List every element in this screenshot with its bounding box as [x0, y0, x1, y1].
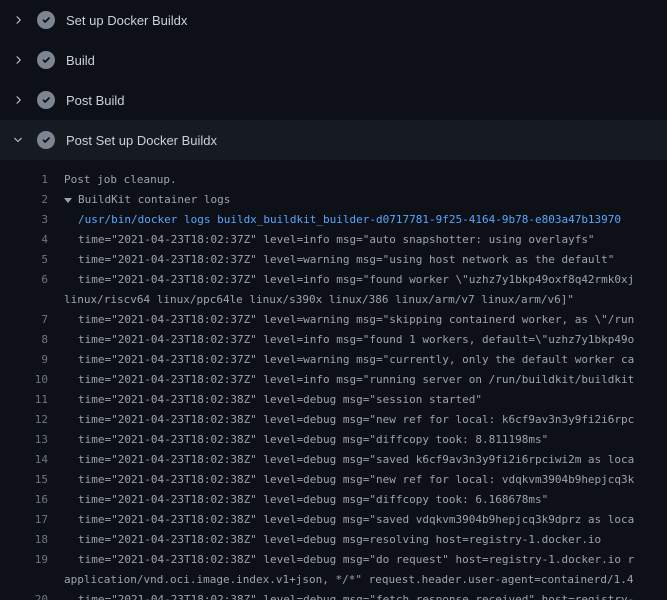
log-line-number[interactable]: 16 [0, 490, 48, 510]
log-line-text: time="2021-04-23T18:02:38Z" level=debug … [78, 530, 601, 550]
log-line-text: time="2021-04-23T18:02:37Z" level=warnin… [78, 310, 634, 330]
log-line-text: /usr/bin/docker logs buildx_buildkit_bui… [78, 210, 621, 230]
log-line-text: time="2021-04-23T18:02:38Z" level=debug … [78, 470, 634, 490]
log-line: 3 /usr/bin/docker logs buildx_buildkit_b… [0, 210, 667, 230]
step-title: Build [66, 53, 95, 68]
log-line: linux/riscv64 linux/ppc64le linux/s390x … [0, 290, 667, 310]
log-line-number[interactable]: 17 [0, 510, 48, 530]
log-line-number[interactable]: 10 [0, 370, 48, 390]
log-line: 7 time="2021-04-23T18:02:37Z" level=warn… [0, 310, 667, 330]
log-line-number[interactable]: 8 [0, 330, 48, 350]
log-line: 2 BuildKit container logs [0, 190, 667, 210]
log-line-text: time="2021-04-23T18:02:38Z" level=debug … [78, 450, 634, 470]
chevron-right-icon [10, 52, 26, 68]
log-line: 1 Post job cleanup. [0, 170, 667, 190]
log-line-text: time="2021-04-23T18:02:38Z" level=debug … [78, 490, 548, 510]
log-line: 12 time="2021-04-23T18:02:38Z" level=deb… [0, 410, 667, 430]
step-header-post-build[interactable]: Post Build [0, 80, 667, 120]
log-line: 16 time="2021-04-23T18:02:38Z" level=deb… [0, 490, 667, 510]
log-line-number[interactable]: 3 [0, 210, 48, 230]
log-line: 5 time="2021-04-23T18:02:37Z" level=warn… [0, 250, 667, 270]
log-line-text: time="2021-04-23T18:02:37Z" level=warnin… [78, 250, 614, 270]
log-line: 18 time="2021-04-23T18:02:38Z" level=deb… [0, 530, 667, 550]
log-line-number[interactable]: 14 [0, 450, 48, 470]
log-line: 4 time="2021-04-23T18:02:37Z" level=info… [0, 230, 667, 250]
log-line: 9 time="2021-04-23T18:02:37Z" level=warn… [0, 350, 667, 370]
log-line-text: time="2021-04-23T18:02:37Z" level=info m… [78, 370, 634, 390]
log-line-text: time="2021-04-23T18:02:38Z" level=debug … [78, 390, 482, 410]
log-line-number[interactable]: 18 [0, 530, 48, 550]
log-line-number[interactable]: 11 [0, 390, 48, 410]
log-line-number[interactable] [0, 290, 48, 310]
log-line: 20 time="2021-04-23T18:02:38Z" level=deb… [0, 590, 667, 600]
step-header-set-up-docker-buildx[interactable]: Set up Docker Buildx [0, 0, 667, 40]
log-line: 13 time="2021-04-23T18:02:38Z" level=deb… [0, 430, 667, 450]
log-line-number[interactable]: 15 [0, 470, 48, 490]
log-line: 10 time="2021-04-23T18:02:37Z" level=inf… [0, 370, 667, 390]
check-circle-icon [37, 11, 55, 29]
log-line: 6 time="2021-04-23T18:02:37Z" level=info… [0, 270, 667, 290]
log-line-text: time="2021-04-23T18:02:38Z" level=debug … [78, 410, 634, 430]
step-header-build[interactable]: Build [0, 40, 667, 80]
log-line-text: time="2021-04-23T18:02:38Z" level=debug … [78, 510, 634, 530]
log-line-text: time="2021-04-23T18:02:37Z" level=warnin… [78, 350, 634, 370]
log-line-number[interactable]: 13 [0, 430, 48, 450]
chevron-down-icon [10, 132, 26, 148]
workflow-log-panel: Set up Docker Buildx Build Post Build [0, 0, 667, 600]
log-line-text: linux/riscv64 linux/ppc64le linux/s390x … [64, 290, 574, 310]
log-line: 17 time="2021-04-23T18:02:38Z" level=deb… [0, 510, 667, 530]
step-title: Post Set up Docker Buildx [66, 133, 217, 148]
log-line-number[interactable]: 20 [0, 590, 48, 600]
log-line-text: time="2021-04-23T18:02:38Z" level=debug … [78, 550, 634, 570]
log-line-number[interactable]: 5 [0, 250, 48, 270]
log-line-text: Post job cleanup. [64, 170, 177, 190]
log-line: application/vnd.oci.image.index.v1+json,… [0, 570, 667, 590]
log-line-number[interactable]: 6 [0, 270, 48, 290]
log-line-number[interactable]: 1 [0, 170, 48, 190]
log-line: 15 time="2021-04-23T18:02:38Z" level=deb… [0, 470, 667, 490]
log-line: 8 time="2021-04-23T18:02:37Z" level=info… [0, 330, 667, 350]
log-line: 19 time="2021-04-23T18:02:38Z" level=deb… [0, 550, 667, 570]
step-header-post-set-up-docker-buildx[interactable]: Post Set up Docker Buildx [0, 120, 667, 160]
log-line-number[interactable]: 2 [0, 190, 48, 210]
steps-list: Set up Docker Buildx Build Post Build [0, 0, 667, 160]
log-line-number[interactable]: 12 [0, 410, 48, 430]
log-line-number[interactable]: 7 [0, 310, 48, 330]
log-line-number[interactable] [0, 570, 48, 590]
step-title: Post Build [66, 93, 125, 108]
step-title: Set up Docker Buildx [66, 13, 187, 28]
log-line-number[interactable]: 4 [0, 230, 48, 250]
log-viewer: 1 Post job cleanup. 2 BuildKit container… [0, 160, 667, 600]
triangle-down-icon[interactable] [64, 190, 78, 210]
log-line-text: time="2021-04-23T18:02:38Z" level=debug … [78, 430, 548, 450]
log-line: 11 time="2021-04-23T18:02:38Z" level=deb… [0, 390, 667, 410]
check-circle-icon [37, 51, 55, 69]
log-line-text: time="2021-04-23T18:02:37Z" level=info m… [78, 270, 634, 290]
check-circle-icon [37, 131, 55, 149]
log-line-text: time="2021-04-23T18:02:37Z" level=info m… [78, 230, 595, 250]
log-line-text: BuildKit container logs [78, 190, 230, 210]
check-circle-icon [37, 91, 55, 109]
log-line-text: time="2021-04-23T18:02:38Z" level=debug … [78, 590, 634, 600]
log-line-text: application/vnd.oci.image.index.v1+json,… [64, 570, 634, 590]
log-line: 14 time="2021-04-23T18:02:38Z" level=deb… [0, 450, 667, 470]
log-line-text: time="2021-04-23T18:02:37Z" level=info m… [78, 330, 634, 350]
log-line-number[interactable]: 9 [0, 350, 48, 370]
log-line-number[interactable]: 19 [0, 550, 48, 570]
chevron-right-icon [10, 92, 26, 108]
chevron-right-icon [10, 12, 26, 28]
